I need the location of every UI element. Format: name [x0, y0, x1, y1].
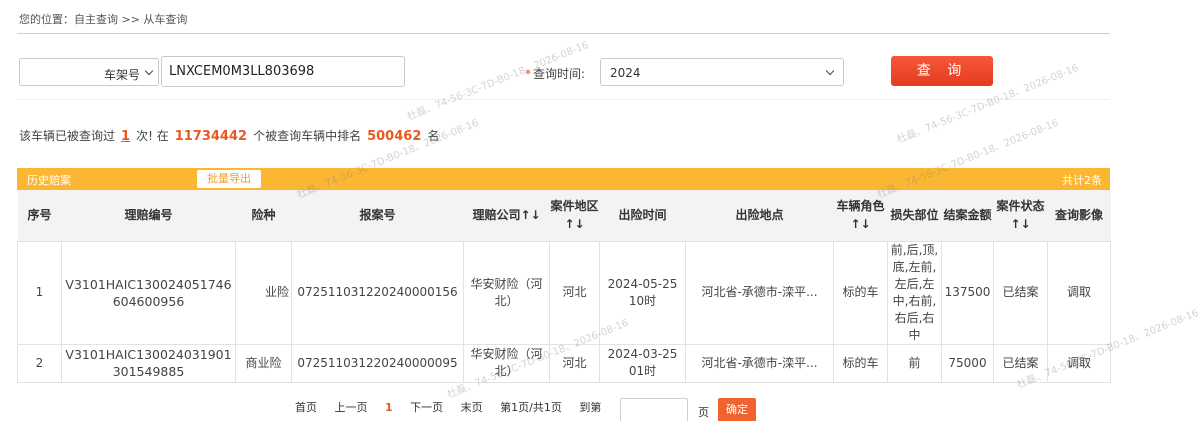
col-header-region[interactable]: 案件地区↑↓ [549, 190, 600, 242]
cell-company: 华安财险（河北） [463, 343, 550, 383]
query-type-select[interactable]: 车架号 [19, 58, 159, 86]
cell-insurance-type: 商业险 [235, 343, 292, 383]
cell-insurance-type: 业险 [235, 240, 292, 345]
cell-company: 华安财险（河北） [463, 240, 550, 345]
col-header-claim-no: 理赔编号 [61, 190, 236, 242]
current-page: 1 [385, 401, 393, 414]
goto-page-input[interactable] [620, 398, 688, 421]
col-header-insurance-type: 险种 [235, 190, 292, 242]
query-time-label-text: 查询时间: [533, 67, 586, 81]
stats-text: 个被查询车辆中排名 [253, 129, 362, 143]
query-times: 1 [121, 129, 131, 144]
first-page-link[interactable]: 首页 [295, 401, 317, 414]
next-page-link[interactable]: 下一页 [410, 401, 443, 414]
col-header-company[interactable]: 理赔公司↑↓ [463, 190, 550, 242]
stats-text: 名 [427, 129, 440, 143]
claims-table: 序号 理赔编号 险种 报案号 理赔公司↑↓ 案件地区↑↓ 出险时间 出险地点 车… [17, 190, 1111, 383]
cell-claim-no: V3101HAIC130024051746604600956 [61, 240, 236, 345]
cell-claim-no: V3101HAIC130024031901301549885 [61, 343, 236, 383]
panel-title: 历史赔案 [27, 174, 71, 187]
pagination: 首页 上一页 1 下一页 末页 第1页/共1页 到第 [295, 399, 615, 415]
query-form: 车架号 LNXCEM0M3LL803698 * 查询时间: 2024 查 询 [17, 56, 1110, 88]
total-vehicles: 11734442 [174, 129, 248, 144]
goto-confirm-button[interactable]: 确定 [718, 398, 756, 421]
cell-report-no: 072511031220240000156 [291, 240, 464, 345]
col-header-accident-time: 出险时间 [599, 190, 686, 242]
breadcrumb-divider [17, 33, 1110, 34]
col-header-amount: 结案金额 [941, 190, 994, 242]
cell-accident-place: 河北省-承德市-滦平... [685, 240, 834, 345]
cell-vehicle-role: 标的车 [833, 343, 888, 383]
chevron-down-icon [825, 66, 835, 76]
col-header-image: 查询影像 [1047, 190, 1111, 242]
total-count: 共计2条 [1062, 174, 1102, 187]
query-year-select[interactable]: 2024 [600, 58, 844, 86]
fetch-image-link[interactable]: 调取 [1047, 343, 1111, 383]
cell-amount: 137500 [941, 240, 994, 345]
history-claims-panel-header: 历史赔案 批量导出 共计2条 [17, 168, 1110, 190]
cell-status: 已结案 [993, 343, 1048, 383]
cell-index: 2 [17, 343, 62, 383]
cell-status: 已结案 [993, 240, 1048, 345]
table-row: 1 V3101HAIC130024051746604600956 业险 0725… [17, 240, 1111, 345]
goto-label: 到第 [579, 401, 602, 414]
query-stats: 该车辆已被查询过 1 次! 在 11734442 个被查询车辆中排名 500462 名 [19, 127, 439, 144]
chevron-down-icon [144, 66, 154, 76]
stats-text: 次! 在 [136, 129, 169, 143]
col-header-vehicle-role[interactable]: 车辆角色↑↓ [833, 190, 888, 242]
section-divider [17, 99, 1110, 100]
cell-accident-time: 2024-03-25 01时 [599, 343, 686, 383]
page-unit-label: 页 [698, 406, 709, 419]
query-type-value: 车架号 [103, 68, 140, 82]
cell-accident-time: 2024-05-25 10时 [599, 240, 686, 345]
vin-input[interactable]: LNXCEM0M3LL803698 [161, 56, 405, 87]
query-time-label: * 查询时间: [525, 65, 585, 82]
cell-accident-place: 河北省-承德市-滦平... [685, 343, 834, 383]
query-year-value: 2024 [610, 66, 641, 80]
page-info: 第1页/共1页 [500, 401, 562, 414]
cell-report-no: 072511031220240000095 [291, 343, 464, 383]
last-page-link[interactable]: 末页 [461, 401, 483, 414]
cell-index: 1 [17, 240, 62, 345]
rank-number: 500462 [367, 129, 422, 144]
cell-vehicle-role: 标的车 [833, 240, 888, 345]
col-header-accident-place: 出险地点 [685, 190, 834, 242]
batch-export-button[interactable]: 批量导出 [197, 170, 261, 188]
stats-text: 该车辆已被查询过 [19, 129, 116, 143]
required-mark: * [525, 67, 531, 81]
cell-amount: 75000 [941, 343, 994, 383]
cell-region: 河北 [549, 343, 600, 383]
query-button[interactable]: 查 询 [891, 56, 993, 86]
col-header-index: 序号 [17, 190, 62, 242]
col-header-damage-parts: 损失部位 [887, 190, 942, 242]
col-header-status[interactable]: 案件状态↑↓ [993, 190, 1048, 242]
col-header-report-no: 报案号 [291, 190, 464, 242]
cell-damage-parts: 前,后,顶,底,左前,左后,左中,右前,右后,右中 [887, 240, 942, 345]
table-row: 2 V3101HAIC130024031901301549885 商业险 072… [17, 343, 1111, 383]
fetch-image-link[interactable]: 调取 [1047, 240, 1111, 345]
breadcrumb: 您的位置：自主查询 >> 从车查询 [19, 13, 188, 26]
cell-region: 河北 [549, 240, 600, 345]
cell-damage-parts: 前 [887, 343, 942, 383]
prev-page-link[interactable]: 上一页 [335, 401, 368, 414]
